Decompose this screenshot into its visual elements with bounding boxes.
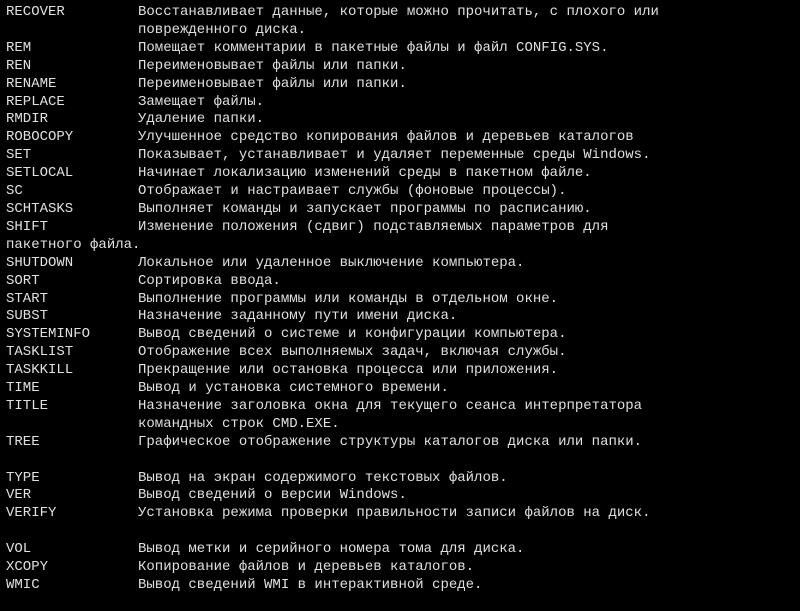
command-name: TASKKILL bbox=[6, 362, 138, 380]
command-desc: Вывод сведений о системе и конфигурации … bbox=[138, 326, 794, 344]
command-row: REPLACEЗамещает файлы. bbox=[6, 94, 794, 112]
command-name: VER bbox=[6, 487, 138, 505]
terminal-output[interactable]: RECOVERВосстанавливает данные, которые м… bbox=[0, 0, 800, 611]
command-row: TREEГрафическое отображение структуры ка… bbox=[6, 434, 794, 452]
command-desc: Вывод сведений WMI в интерактивной среде… bbox=[138, 577, 794, 595]
command-name: SETLOCAL bbox=[6, 165, 138, 183]
command-row: REMПомещает комментарии в пакетные файлы… bbox=[6, 40, 794, 58]
command-row: TIMEВывод и установка системного времени… bbox=[6, 380, 794, 398]
blank-line bbox=[6, 452, 794, 470]
command-row: RENПереименовывает файлы или папки. bbox=[6, 58, 794, 76]
command-name: REPLACE bbox=[6, 94, 138, 112]
command-name: VOL bbox=[6, 541, 138, 559]
command-name: RECOVER bbox=[6, 4, 138, 22]
command-name: START bbox=[6, 291, 138, 309]
command-desc: Выполнение программы или команды в отдел… bbox=[138, 291, 794, 309]
command-row: TITLEНазначение заголовка окна для текущ… bbox=[6, 398, 794, 434]
blank-line bbox=[6, 595, 794, 611]
command-name: SORT bbox=[6, 273, 138, 291]
command-name: SHIFT bbox=[6, 219, 138, 237]
blank-line bbox=[6, 523, 794, 541]
command-desc: Сортировка ввода. bbox=[138, 273, 794, 291]
command-row: VERIFYУстановка режима проверки правильн… bbox=[6, 505, 794, 523]
command-row: TASKKILLПрекращение или остановка процес… bbox=[6, 362, 794, 380]
command-desc: Назначение заголовка окна для текущего с… bbox=[138, 398, 794, 434]
command-row: VERВывод сведений о версии Windows. bbox=[6, 487, 794, 505]
command-name: XCOPY bbox=[6, 559, 138, 577]
command-row: SCHTASKSВыполняет команды и запускает пр… bbox=[6, 201, 794, 219]
command-name: TIME bbox=[6, 380, 138, 398]
command-desc: Замещает файлы. bbox=[138, 94, 794, 112]
command-row: SUBSTНазначение заданному пути имени дис… bbox=[6, 308, 794, 326]
command-desc: Переименовывает файлы или папки. bbox=[138, 76, 794, 94]
command-row: SHUTDOWNЛокальное или удаленное выключен… bbox=[6, 255, 794, 273]
command-row: STARTВыполнение программы или команды в … bbox=[6, 291, 794, 309]
command-name: RENAME bbox=[6, 76, 138, 94]
command-desc: Выполняет команды и запускает программы … bbox=[138, 201, 794, 219]
command-name: TREE bbox=[6, 434, 138, 452]
command-name: ROBOCOPY bbox=[6, 129, 138, 147]
command-desc: Вывод на экран содержимого текстовых фай… bbox=[138, 470, 794, 488]
command-name: SYSTEMINFO bbox=[6, 326, 138, 344]
command-name: SC bbox=[6, 183, 138, 201]
command-row: RMDIRУдаление папки. bbox=[6, 111, 794, 129]
command-desc-cont: пакетного файла. bbox=[6, 237, 794, 255]
command-desc: Локальное или удаленное выключение компь… bbox=[138, 255, 794, 273]
command-row: SCОтображает и настраивает службы (фонов… bbox=[6, 183, 794, 201]
command-desc: Помещает комментарии в пакетные файлы и … bbox=[138, 40, 794, 58]
command-row-shift: SHIFT Изменение положения (сдвиг) подста… bbox=[6, 219, 794, 237]
command-row: SYSTEMINFOВывод сведений о системе и кон… bbox=[6, 326, 794, 344]
command-desc: Восстанавливает данные, которые можно пр… bbox=[138, 4, 794, 40]
command-row: SORTСортировка ввода. bbox=[6, 273, 794, 291]
command-desc: Улучшенное средство копирования файлов и… bbox=[138, 129, 794, 147]
command-desc: Переименовывает файлы или папки. bbox=[138, 58, 794, 76]
command-name: SCHTASKS bbox=[6, 201, 138, 219]
command-name: VERIFY bbox=[6, 505, 138, 523]
command-name: TITLE bbox=[6, 398, 138, 416]
command-row: RECOVERВосстанавливает данные, которые м… bbox=[6, 4, 794, 40]
command-desc: Отображение всех выполняемых задач, вклю… bbox=[138, 344, 794, 362]
command-name: SHUTDOWN bbox=[6, 255, 138, 273]
command-desc: Отображает и настраивает службы (фоновые… bbox=[138, 183, 794, 201]
command-row: VOLВывод метки и серийного номера тома д… bbox=[6, 541, 794, 559]
command-desc: Графическое отображение структуры катало… bbox=[138, 434, 794, 452]
command-name: REN bbox=[6, 58, 138, 76]
command-row: SETLOCALНачинает локализацию изменений с… bbox=[6, 165, 794, 183]
command-name: SUBST bbox=[6, 308, 138, 326]
command-name: WMIC bbox=[6, 577, 138, 595]
command-name: SET bbox=[6, 147, 138, 165]
command-name: RMDIR bbox=[6, 111, 138, 129]
command-desc: Начинает локализацию изменений среды в п… bbox=[138, 165, 794, 183]
command-desc: Установка режима проверки правильности з… bbox=[138, 505, 794, 523]
command-desc: Копирование файлов и деревьев каталогов. bbox=[138, 559, 794, 577]
command-row: WMICВывод сведений WMI в интерактивной с… bbox=[6, 577, 794, 595]
command-desc: Вывод метки и серийного номера тома для … bbox=[138, 541, 794, 559]
command-name: TYPE bbox=[6, 470, 138, 488]
command-desc: Вывод сведений о версии Windows. bbox=[138, 487, 794, 505]
command-row: TASKLISTОтображение всех выполняемых зад… bbox=[6, 344, 794, 362]
command-name: TASKLIST bbox=[6, 344, 138, 362]
command-row: XCOPYКопирование файлов и деревьев катал… bbox=[6, 559, 794, 577]
command-desc: Изменение положения (сдвиг) подставляемы… bbox=[138, 219, 794, 237]
command-name: REM bbox=[6, 40, 138, 58]
command-row: SETПоказывает, устанавливает и удаляет п… bbox=[6, 147, 794, 165]
command-desc: Показывает, устанавливает и удаляет пере… bbox=[138, 147, 794, 165]
command-row: TYPEВывод на экран содержимого текстовых… bbox=[6, 470, 794, 488]
command-desc: Вывод и установка системного времени. bbox=[138, 380, 794, 398]
command-desc: Прекращение или остановка процесса или п… bbox=[138, 362, 794, 380]
command-row: ROBOCOPYУлучшенное средство копирования … bbox=[6, 129, 794, 147]
command-row: RENAMEПереименовывает файлы или папки. bbox=[6, 76, 794, 94]
command-desc: Назначение заданному пути имени диска. bbox=[138, 308, 794, 326]
command-desc: Удаление папки. bbox=[138, 111, 794, 129]
